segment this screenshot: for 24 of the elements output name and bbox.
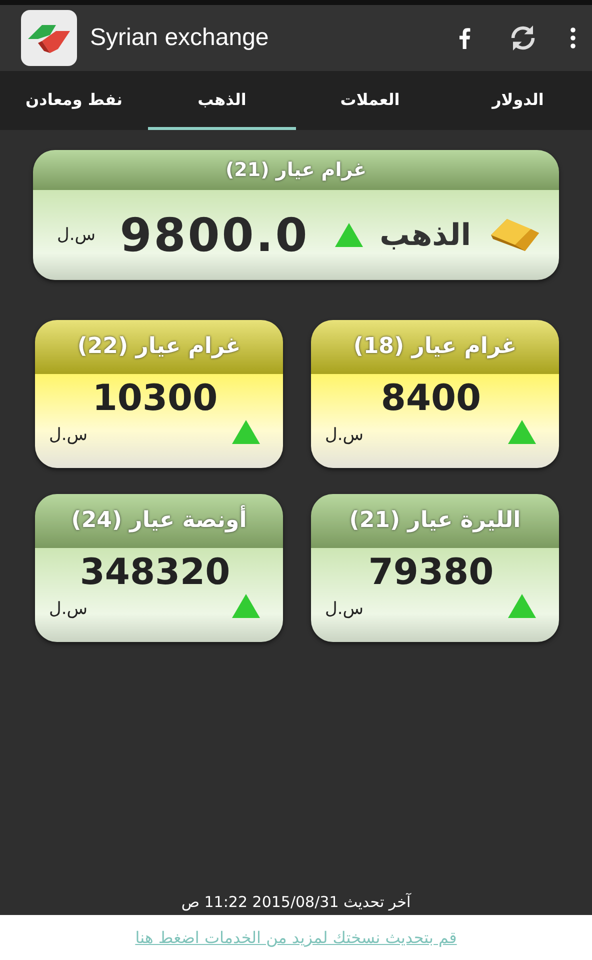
app-title: Syrian exchange — [90, 24, 270, 52]
currency: ل.س — [57, 225, 96, 245]
price: 9800.0 — [118, 208, 310, 262]
card-header: أونصة عيار (24) — [35, 494, 283, 548]
more-options-icon[interactable] — [570, 26, 576, 50]
currency: ل.س — [49, 599, 88, 619]
tab[interactable]: نفط ومعادن — [0, 71, 148, 130]
app-logo-icon — [20, 9, 78, 67]
price: 79380 — [367, 552, 495, 593]
card-header: الليرة عيار (21) — [311, 494, 559, 548]
last-update-text: آخر تحديث 2015/08/31 11:22 ص — [180, 893, 412, 913]
tab[interactable]: الدولار — [444, 71, 592, 130]
currency: ل.س — [49, 425, 88, 445]
currency: ل.س — [325, 599, 364, 619]
card-header: غرام عيار (22) — [35, 320, 283, 374]
metal-name: الذهب — [380, 218, 471, 252]
card-header: غرام عيار (21) — [33, 150, 559, 190]
tab[interactable]: العملات — [296, 71, 444, 130]
currency: ل.س — [325, 425, 364, 445]
price: 10300 — [91, 378, 219, 419]
tab[interactable]: الذهب — [148, 71, 296, 130]
card-header: غرام عيار (18) — [311, 320, 559, 374]
price: 348320 — [78, 552, 232, 593]
price: 8400 — [380, 378, 482, 419]
